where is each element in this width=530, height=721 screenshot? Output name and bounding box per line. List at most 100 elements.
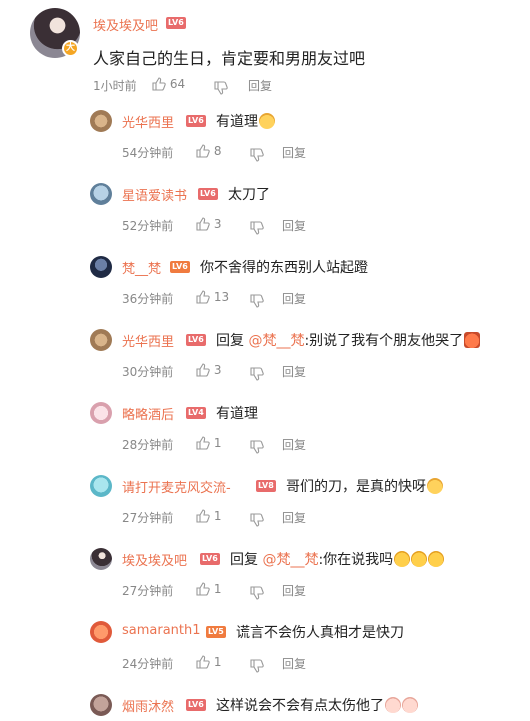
thumbs-up-icon	[196, 436, 210, 450]
thumbs-up-icon	[196, 290, 210, 304]
like-button[interactable]: 3	[196, 363, 221, 377]
reply-prefix: 回复	[216, 333, 249, 349]
thumbs-up-icon	[152, 77, 166, 91]
dislike-button[interactable]	[250, 363, 264, 382]
username[interactable]: 请打开麦克风交流-	[122, 477, 231, 496]
mention-link[interactable]: @梵__梵	[248, 333, 304, 349]
reply-button[interactable]: 回复	[282, 655, 306, 672]
avatar[interactable]	[90, 183, 112, 205]
timestamp: 54分钟前	[122, 146, 174, 160]
timestamp: 1小时前	[93, 79, 137, 93]
level-badge: LV6	[166, 17, 186, 29]
reply-text: 回复 @梵__梵:你在说我吗	[230, 549, 445, 569]
username[interactable]: 光华西里	[122, 331, 174, 350]
cat-emoji-icon	[427, 478, 443, 494]
reply-button[interactable]: 回复	[282, 217, 306, 234]
thumbs-down-icon	[250, 659, 264, 673]
dislike-button[interactable]	[250, 655, 264, 674]
timestamp: 27分钟前	[122, 584, 174, 598]
like-count: 1	[213, 655, 222, 669]
thumbs-down-icon	[250, 513, 264, 527]
avatar[interactable]	[90, 475, 112, 497]
cat-emoji-icon	[259, 113, 275, 129]
mention-link[interactable]: @梵__梵	[262, 552, 318, 568]
like-button[interactable]: 64	[152, 77, 185, 91]
reply-button[interactable]: 回复	[282, 582, 306, 599]
reply-body: 有道理	[216, 406, 258, 422]
thumbs-down-icon	[250, 294, 264, 308]
like-button[interactable]: 8	[196, 144, 221, 158]
reply-text: 你不舍得的东西别人站起蹬	[200, 257, 368, 277]
timestamp: 30分钟前	[122, 365, 174, 379]
angry-emoji-icon	[464, 332, 481, 348]
avatar[interactable]	[90, 329, 112, 351]
timestamp: 28分钟前	[122, 438, 174, 452]
like-count: 1	[213, 436, 222, 450]
like-button[interactable]: 1	[196, 509, 221, 523]
username[interactable]: 埃及埃及吧	[93, 15, 158, 34]
thumbs-up-icon	[196, 655, 210, 669]
avatar[interactable]	[90, 621, 112, 643]
like-count: 1	[213, 509, 222, 523]
dislike-button[interactable]	[250, 217, 264, 236]
like-button[interactable]: 3	[196, 217, 221, 231]
avatar[interactable]	[90, 402, 112, 424]
username[interactable]: 梵__梵	[122, 258, 161, 277]
thumbs-up-icon	[196, 509, 210, 523]
like-count: 1	[213, 582, 222, 596]
reply-button[interactable]: 回复	[282, 509, 306, 526]
thumbs-up-icon	[196, 217, 210, 231]
dislike-button[interactable]	[250, 582, 264, 601]
thumbs-down-icon	[250, 586, 264, 600]
dislike-button[interactable]	[250, 144, 264, 163]
reply-button[interactable]: 回复	[282, 144, 306, 161]
username[interactable]: 烟雨沐然	[122, 696, 174, 715]
thumbs-up-icon	[196, 363, 210, 377]
like-button[interactable]: 1	[196, 582, 221, 596]
dislike-button[interactable]	[250, 436, 264, 455]
timestamp: 52分钟前	[122, 219, 174, 233]
like-count: 64	[169, 77, 186, 91]
level-badge: LV8	[256, 480, 276, 492]
avatar[interactable]	[90, 548, 112, 570]
dislike-button[interactable]	[250, 509, 264, 528]
level-badge: LV6	[198, 188, 218, 200]
reply-button[interactable]: 回复	[282, 290, 306, 307]
thumbs-up-icon	[196, 144, 210, 158]
reply-text: 有道理	[216, 403, 258, 423]
level-badge: LV5	[206, 626, 226, 638]
timestamp: 27分钟前	[122, 511, 174, 525]
username[interactable]: samaranth1	[122, 623, 201, 638]
timestamp: 36分钟前	[122, 292, 174, 306]
avatar[interactable]	[90, 256, 112, 278]
username[interactable]: 光华西里	[122, 112, 174, 131]
reply-text: 回复 @梵__梵:别说了我有个朋友他哭了	[216, 330, 481, 350]
like-count: 13	[213, 290, 230, 304]
like-button[interactable]: 1	[196, 436, 221, 450]
username[interactable]: 埃及埃及吧	[122, 550, 187, 569]
reply-text: 这样说会不会有点太伤他了	[216, 695, 418, 715]
like-count: 8	[213, 144, 222, 158]
reply-text: 太刀了	[228, 184, 270, 204]
reply-body: 谎言不会伤人真相才是快刀	[236, 625, 404, 641]
reply-body: :别说了我有个朋友他哭了	[304, 333, 464, 349]
thumbs-up-icon	[196, 582, 210, 596]
pig-emoji-icon	[385, 697, 401, 713]
thumbs-down-icon	[250, 367, 264, 381]
thumbs-down-icon	[250, 148, 264, 162]
reply-button[interactable]: 回复	[248, 77, 272, 94]
reply-button[interactable]: 回复	[282, 363, 306, 380]
dislike-button[interactable]	[214, 77, 228, 96]
reply-text: 哥们的刀，是真的快呀	[286, 476, 443, 496]
avatar[interactable]	[90, 110, 112, 132]
v-badge-icon: 大	[62, 40, 79, 57]
username[interactable]: 略略酒后	[122, 404, 174, 423]
reply-body: :你在说我吗	[318, 552, 394, 568]
like-button[interactable]: 13	[196, 290, 229, 304]
like-button[interactable]: 1	[196, 655, 221, 669]
dislike-button[interactable]	[250, 290, 264, 309]
level-badge: LV4	[186, 407, 206, 419]
avatar[interactable]	[90, 694, 112, 716]
username[interactable]: 星语爱读书	[122, 185, 187, 204]
reply-button[interactable]: 回复	[282, 436, 306, 453]
